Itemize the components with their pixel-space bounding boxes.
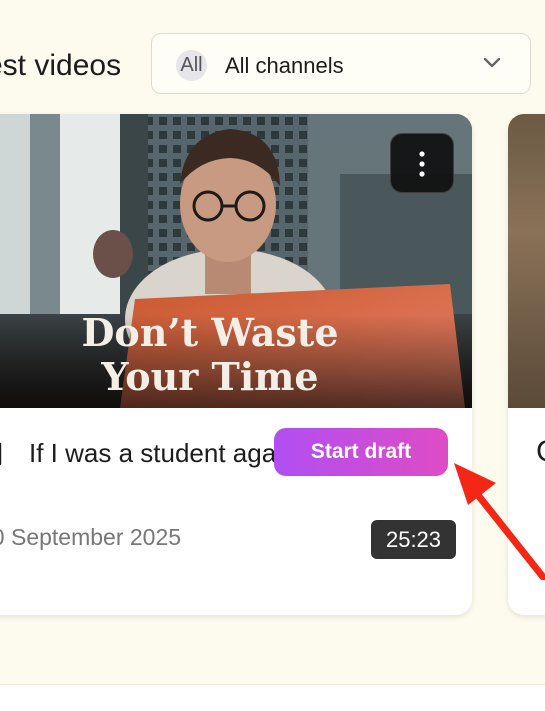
selected-channel: All channels bbox=[225, 53, 344, 78]
thumbnail-text-line2: Your Time bbox=[100, 354, 318, 399]
annotation-arrow bbox=[454, 463, 545, 580]
video-date: 30 September 2025 bbox=[0, 524, 182, 550]
footer-band bbox=[0, 684, 545, 711]
video-title[interactable]: If I was a student again bbox=[29, 436, 289, 470]
more-options-button[interactable] bbox=[390, 133, 454, 193]
all-chip: All bbox=[176, 50, 207, 81]
chevron-down-icon bbox=[483, 57, 501, 68]
section-title: est videos bbox=[0, 49, 122, 82]
page: est videos All All channels bbox=[0, 0, 545, 711]
next-video-thumbnail[interactable] bbox=[508, 114, 545, 408]
more-vertical-icon bbox=[419, 151, 425, 177]
start-draft-button[interactable]: Start draft bbox=[274, 428, 448, 476]
channel-filter-dropdown[interactable]: All All channels bbox=[151, 33, 531, 94]
video-card[interactable]: Don’t Waste Your Time If I was a student… bbox=[0, 114, 472, 615]
megaphone-icon bbox=[0, 442, 2, 466]
thumbnail-text-line1: Don’t Waste bbox=[81, 310, 338, 355]
